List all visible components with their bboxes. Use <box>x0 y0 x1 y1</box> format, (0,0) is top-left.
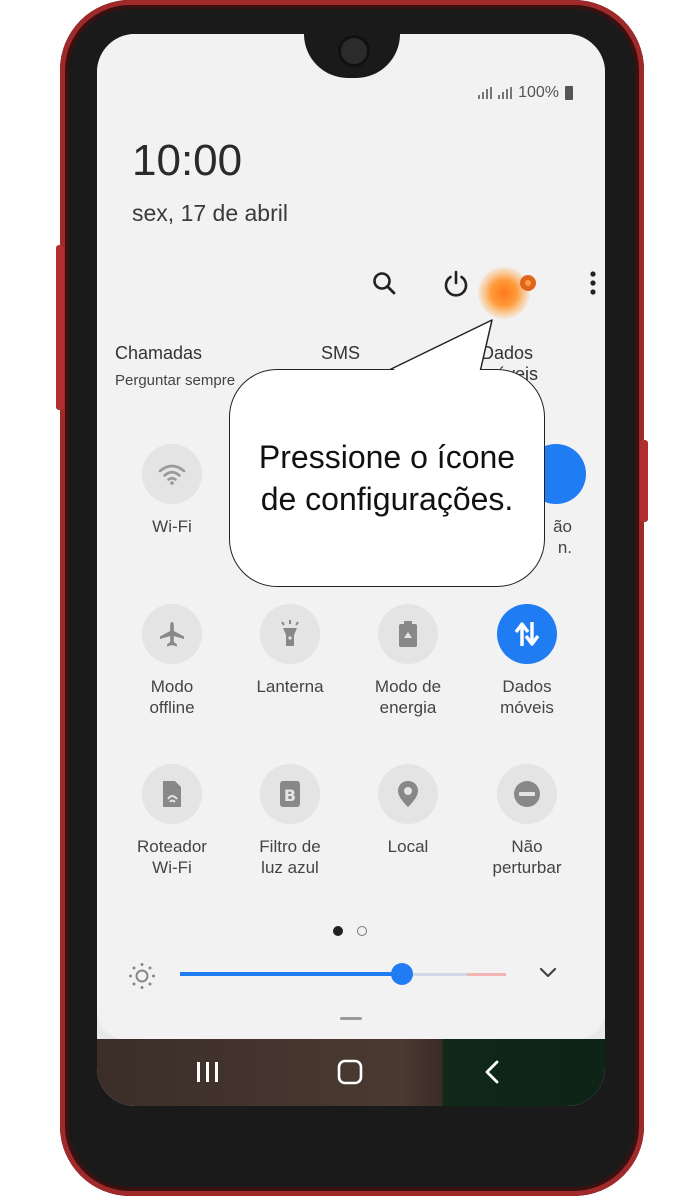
hotspot-icon <box>142 764 202 824</box>
data-arrows-icon <box>497 604 557 664</box>
clock: 10:00 <box>132 136 243 185</box>
panel-toolbar <box>367 266 603 300</box>
tile-flashlight[interactable]: Lanterna <box>231 604 349 697</box>
battery-percent: 100% <box>518 84 559 101</box>
back-icon[interactable] <box>472 1054 512 1090</box>
page-dot[interactable] <box>357 926 367 936</box>
tile-label: Local <box>387 837 429 856</box>
tile-label: Dados móveis <box>500 677 554 717</box>
more-icon[interactable] <box>583 266 603 300</box>
page-indicator <box>333 926 367 936</box>
calls-value: Perguntar sempre <box>115 372 236 389</box>
tile-label: Roteador Wi-Fi <box>137 837 207 877</box>
svg-text:B: B <box>284 786 296 805</box>
sun-icon <box>127 961 157 996</box>
tile-label: Lanterna <box>256 677 324 696</box>
tile-label: Filtro de luz azul <box>259 837 321 877</box>
airplane-icon <box>142 604 202 664</box>
front-camera <box>338 35 370 67</box>
tile-blue-light[interactable]: B Filtro de luz azul <box>231 764 349 878</box>
flashlight-icon <box>260 604 320 664</box>
calls-label[interactable]: Chamadas <box>115 343 202 364</box>
tile-wifi-hotspot[interactable]: Roteador Wi-Fi <box>113 764 231 878</box>
battery-recycle-icon <box>378 604 438 664</box>
blue-light-icon: B <box>260 764 320 824</box>
brightness-slider-handle[interactable] <box>390 963 413 985</box>
tile-label: Não perturbar <box>492 837 562 877</box>
tile-label: Wi-Fi <box>152 517 192 536</box>
tile-wifi[interactable]: Wi-Fi <box>113 444 231 537</box>
chevron-down-icon[interactable] <box>537 965 559 986</box>
brightness-fill <box>180 972 402 976</box>
do-not-disturb-icon <box>497 764 557 824</box>
recent-apps-icon[interactable] <box>188 1054 228 1090</box>
battery-icon <box>565 86 573 100</box>
page-dot-active[interactable] <box>333 926 343 936</box>
tile-airplane-mode[interactable]: Modo offline <box>113 604 231 718</box>
signal-icon <box>478 87 493 99</box>
power-side-button <box>640 440 648 522</box>
status-bar: 100% <box>478 84 573 102</box>
brightness-warm-zone <box>467 973 506 976</box>
home-icon[interactable] <box>330 1054 370 1090</box>
tile-mobile-data[interactable]: Dados móveis <box>468 604 586 718</box>
tile-location[interactable]: Local <box>349 764 467 857</box>
tile-power-mode[interactable]: Modo de energia <box>349 604 467 718</box>
gear-icon[interactable] <box>511 266 545 300</box>
callout-text: Pressione o ícone de configurações. <box>258 439 516 517</box>
drag-handle[interactable] <box>340 1017 362 1020</box>
location-icon <box>378 764 438 824</box>
instruction-callout: Pressione o ícone de configurações. <box>229 369 545 587</box>
tile-label: Modo offline <box>149 677 195 717</box>
search-icon[interactable] <box>367 266 401 300</box>
power-icon[interactable] <box>439 266 473 300</box>
sms-label[interactable]: SMS <box>321 343 360 364</box>
volume-button <box>56 245 64 410</box>
wifi-icon <box>142 444 202 504</box>
brightness-row <box>127 959 577 989</box>
date: sex, 17 de abril <box>132 200 288 226</box>
tile-label: Modo de energia <box>374 677 442 717</box>
signal-icon-2 <box>498 87 513 99</box>
tile-do-not-disturb[interactable]: Não perturbar <box>468 764 586 878</box>
